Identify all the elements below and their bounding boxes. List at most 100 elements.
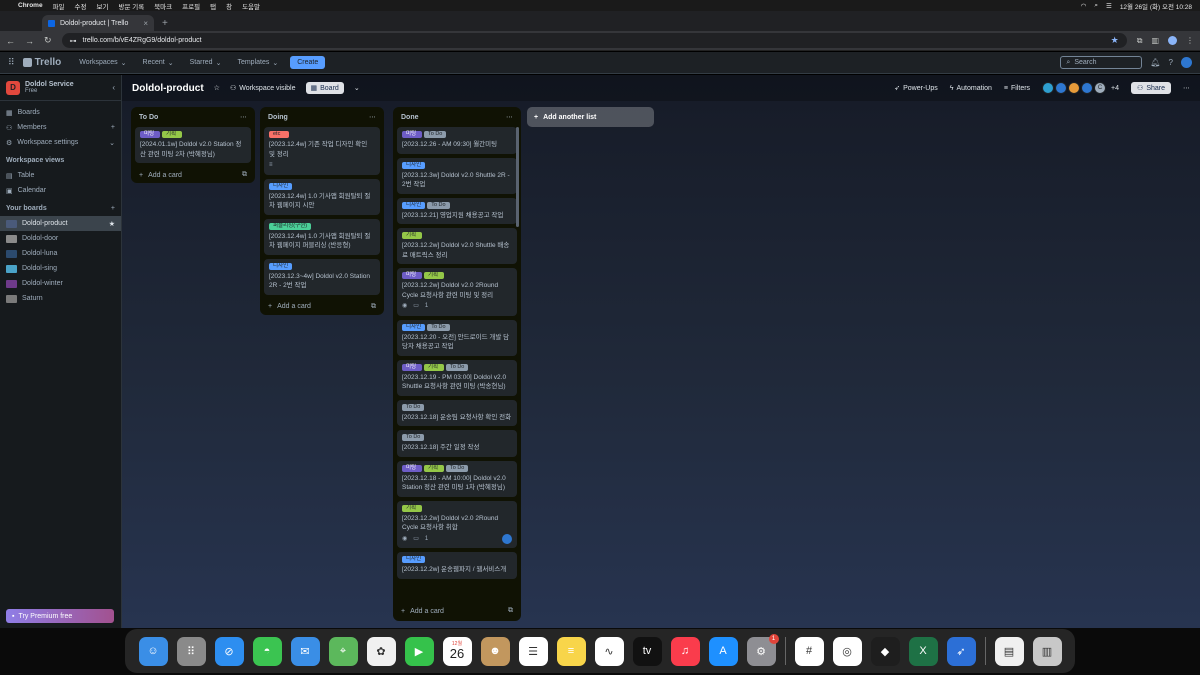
card-label[interactable]: To Do <box>402 434 425 441</box>
browser-tab[interactable]: Doldol-product | Trello × <box>42 15 154 31</box>
add-card-button[interactable]: + Add a card ⧉ <box>397 603 517 619</box>
dock-tv-icon[interactable]: tv <box>632 636 662 666</box>
card-label[interactable]: 디자인 <box>402 323 426 331</box>
card[interactable]: 디자인 [2023.12.2w] 운송웹파지 / 웹서비스개 <box>397 552 517 579</box>
control-center-icon[interactable]: ☰ <box>1106 2 1112 10</box>
card[interactable]: 미팅 기획 [2024.01.1w] Doldol v2.0 Station 정산 … <box>135 127 251 163</box>
card-label[interactable]: To Do <box>427 201 450 209</box>
card-label[interactable]: 미팅 <box>140 131 160 138</box>
card[interactable]: 디자인 To Do [2023.12.21] 영업지원 채용공고 작업 <box>397 197 517 224</box>
list-scrollbar[interactable] <box>516 127 519 227</box>
avatar[interactable] <box>1068 82 1081 94</box>
add-card-button[interactable]: + Add a card ⧉ <box>264 299 380 315</box>
recent-menu[interactable]: Recent ⌄ <box>139 59 178 67</box>
card-label[interactable]: To Do <box>427 323 450 331</box>
sidepanel-icon[interactable]: ▥ <box>1151 36 1159 45</box>
menubar-datetime[interactable]: 12월 26일 (화) 오전 10:28 <box>1120 1 1192 11</box>
card-label[interactable]: 디자인 <box>269 182 293 190</box>
automation-button[interactable]: ϟ Automation <box>950 85 992 92</box>
card-label[interactable]: 미팅 <box>402 464 422 472</box>
dock-system-settings-icon[interactable]: ⚙ 1 <box>746 633 779 666</box>
card-label[interactable]: 기획 <box>424 363 444 371</box>
list-title[interactable]: Done <box>401 114 419 121</box>
user-avatar[interactable] <box>1181 57 1192 68</box>
dock-messages-icon[interactable]: ◓ <box>252 636 282 666</box>
app-switcher-icon[interactable]: ⠿ <box>8 57 15 68</box>
chevron-down-icon[interactable]: ⌄ <box>354 84 360 92</box>
sidebar-board-item[interactable]: Doldol-door <box>0 231 121 246</box>
dock-calendar-icon[interactable]: 12월 26 <box>442 636 472 666</box>
back-icon[interactable]: ← <box>6 36 15 46</box>
card[interactable]: 디자인 [2023.12.3w] Doldol v2.0 Shuttle 2R -… <box>397 157 517 194</box>
workspaces-menu[interactable]: Workspaces ⌄ <box>75 59 130 67</box>
board-members[interactable]: C +4 <box>1042 82 1119 94</box>
reload-icon[interactable]: ↻ <box>44 35 52 46</box>
avatar[interactable]: C <box>1094 82 1107 94</box>
dock-trash-icon[interactable]: ▥ <box>1032 636 1062 666</box>
list-menu-icon[interactable]: ⋯ <box>369 113 376 121</box>
dock-bird-app-icon[interactable]: ➶ <box>946 636 976 666</box>
search-input[interactable]: ⌕ Search <box>1060 56 1143 69</box>
card[interactable]: 미팅 기획 To Do [2023.12.19 - PM 03:00] Doldol … <box>397 359 517 396</box>
sidebar-item-calendar[interactable]: ▣ Calendar <box>0 183 121 198</box>
wifi-icon[interactable]: ◠ <box>1081 2 1087 10</box>
dock-figma-icon[interactable]: ◆ <box>870 636 900 666</box>
menubar-item[interactable]: 방문 기록 <box>118 1 144 11</box>
filters-button[interactable]: ≡ Filters <box>1004 85 1030 92</box>
chrome-menu-icon[interactable]: ⋮ <box>1186 36 1194 45</box>
card-label[interactable]: 디자인 <box>402 161 426 169</box>
card[interactable]: 디자인 To Do [2023.12.20 - 오전] 안드로이드 개발 담당자 채… <box>397 319 517 356</box>
dock-maps-icon[interactable]: ⌖ <box>328 636 358 666</box>
card-label[interactable]: 미팅 <box>402 363 422 371</box>
card[interactable]: 미팅 To Do [2023.12.26 - AM 09:30] 월간미팅 <box>397 127 517 154</box>
card-template-icon[interactable]: ⧉ <box>242 171 247 179</box>
dock-photos-icon[interactable]: ✿ <box>366 636 396 666</box>
sidebar-board-item[interactable]: Doldol-luna <box>0 246 121 261</box>
card[interactable]: To Do [2023.12.18] 운송팀 요청사항 확인 전화 <box>397 399 517 426</box>
card[interactable]: 디자인 [2023.12.4w] 1.0 기사앱 회원탈퇴 절차 웹페이지 시안 <box>264 178 380 215</box>
menubar-item[interactable]: 보기 <box>97 1 109 11</box>
card-label[interactable]: To Do <box>446 464 469 472</box>
profile-avatar[interactable] <box>1168 36 1177 45</box>
avatar[interactable] <box>1081 82 1094 94</box>
share-button[interactable]: ⚇ Share <box>1131 82 1171 94</box>
trello-logo[interactable]: Trello <box>22 57 61 68</box>
card-member-avatar[interactable] <box>502 534 512 544</box>
card[interactable]: 기획 [2023.12.2w] Doldol v2.0 2Round Cycle … <box>397 500 517 548</box>
avatar[interactable] <box>1055 82 1068 94</box>
site-info-icon[interactable]: ⊶ <box>70 37 77 45</box>
sidebar-board-item[interactable]: Saturn <box>0 291 121 306</box>
menubar-item[interactable]: 수정 <box>75 1 87 11</box>
try-premium-button[interactable]: ▪ Try Premium free <box>6 609 114 623</box>
card[interactable]: 미팅 기획 To Do [2023.12.18 - AM 10:00] Doldol … <box>397 460 517 497</box>
sidebar-board-item[interactable]: Doldol-sing <box>0 261 121 276</box>
card[interactable]: 미팅 기획 [2023.12.2w] Doldol v2.0 2Round Cycl… <box>397 268 517 316</box>
dock-chrome-icon[interactable]: ◎ <box>832 636 862 666</box>
sidebar-item-table[interactable]: ▤ Table <box>0 168 121 183</box>
close-tab-icon[interactable]: × <box>143 19 148 28</box>
menubar-app-name[interactable]: Chrome <box>18 2 43 9</box>
dock-contacts-icon[interactable]: ☻ <box>480 636 510 666</box>
forward-icon[interactable]: → <box>25 36 34 46</box>
extensions-icon[interactable]: ⧉ <box>1137 36 1143 46</box>
dock-reminders-icon[interactable]: ☰ <box>518 636 548 666</box>
board-view-button[interactable]: ▦ Board <box>305 82 344 94</box>
card-label[interactable]: 미팅 <box>402 272 422 279</box>
list-menu-icon[interactable]: ⋯ <box>506 113 513 121</box>
dock-finder-icon[interactable]: ☺ <box>138 636 168 666</box>
card-label[interactable]: To Do <box>402 403 425 411</box>
notifications-icon[interactable]: 🔔︎ <box>1150 58 1160 67</box>
board-menu-icon[interactable]: ⋯ <box>1183 84 1190 92</box>
card-label[interactable]: 기획 <box>424 272 444 279</box>
card-template-icon[interactable]: ⧉ <box>371 303 376 311</box>
card[interactable]: 퍼블리싱(구현) [2023.12.4w] 1.0 기사앱 회원탈퇴 절차 웹페이… <box>264 218 380 255</box>
dock-slack-icon[interactable]: # <box>794 636 824 666</box>
templates-menu[interactable]: Templates ⌄ <box>233 59 282 67</box>
card[interactable]: 디자인 [2023.12.3~4w] Doldol v2.0 Station 2R… <box>264 258 380 295</box>
power-ups-button[interactable]: ➶ Power-Ups <box>894 84 938 93</box>
create-button[interactable]: Create <box>290 56 326 69</box>
address-bar[interactable]: ⊶ trello.com/b/vE4ZRgG9/doldol-product ★ <box>61 33 1127 48</box>
card-label[interactable]: 미팅 <box>402 131 422 138</box>
help-icon[interactable]: ? <box>1169 58 1173 67</box>
dock-launchpad-icon[interactable]: ⠿ <box>176 636 206 666</box>
